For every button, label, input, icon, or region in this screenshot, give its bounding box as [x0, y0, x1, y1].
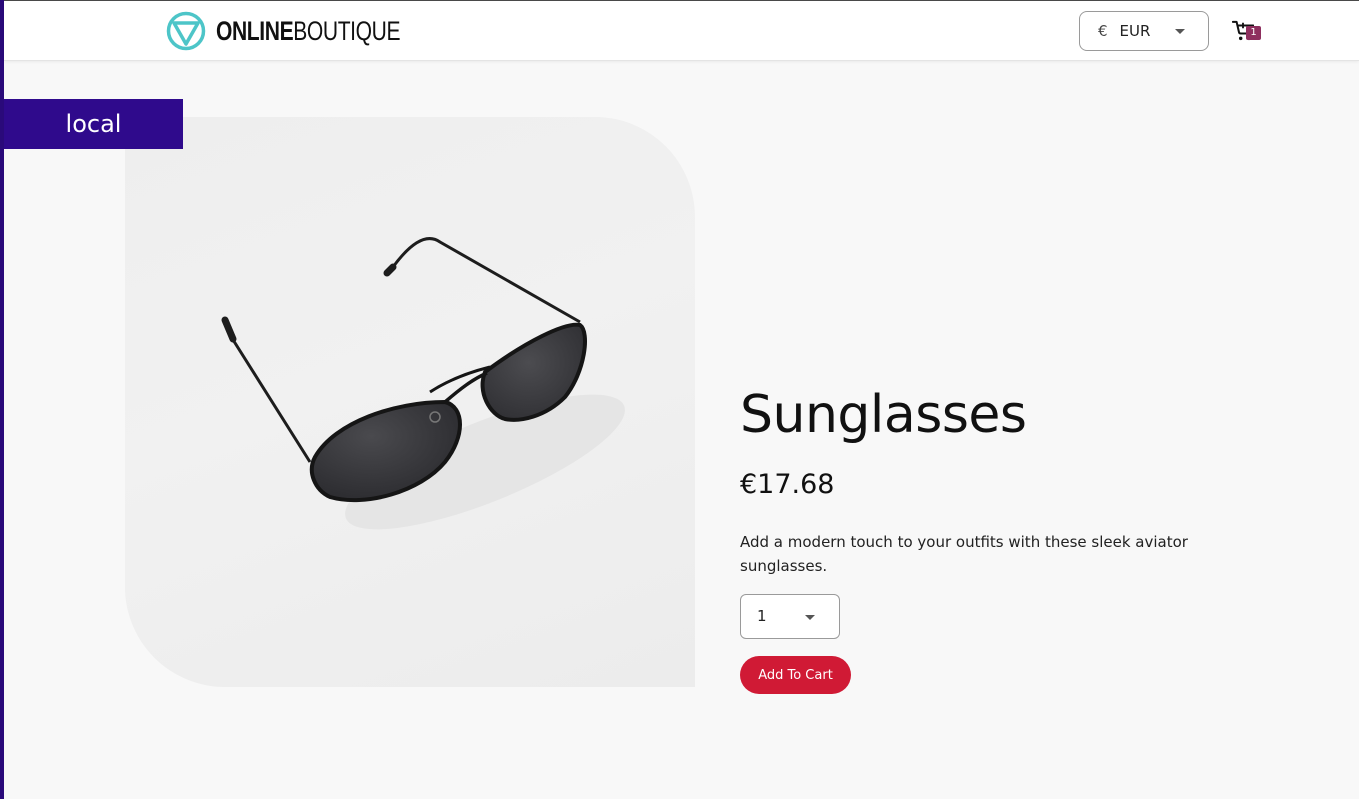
site-header: ONLINEBOUTIQUE € EUR 1 [4, 1, 1359, 61]
quantity-select[interactable]: 1 [740, 594, 840, 639]
currency-symbol: € [1098, 22, 1108, 40]
add-to-cart-button[interactable]: Add To Cart [740, 656, 851, 694]
logo-text-boutique: BOUTIQUE [293, 15, 401, 46]
logo-wordmark: ONLINEBOUTIQUE [216, 16, 400, 47]
product-price: €17.68 [740, 469, 835, 500]
chevron-down-icon [1175, 29, 1185, 34]
currency-select[interactable]: € EUR [1079, 11, 1209, 51]
chevron-down-icon [805, 615, 815, 620]
product-image [125, 117, 695, 687]
logo-link[interactable]: ONLINEBOUTIQUE [166, 11, 452, 51]
logo-icon [166, 11, 206, 51]
environment-badge: local [4, 99, 183, 149]
cart-count-badge: 1 [1246, 26, 1261, 40]
cart-button[interactable]: 1 [1232, 18, 1264, 44]
page: ONLINEBOUTIQUE € EUR 1 local Sunglasses … [0, 0, 1359, 799]
quantity-value: 1 [757, 607, 767, 625]
product-details: Sunglasses €17.68 Add a modern touch to … [740, 380, 1210, 694]
sunglasses-image [221, 237, 625, 530]
logo-text-online: ONLINE [216, 15, 294, 46]
currency-code: EUR [1119, 22, 1151, 40]
product-name: Sunglasses [740, 385, 1027, 445]
product-description: Add a modern touch to your outfits with … [740, 533, 1188, 575]
